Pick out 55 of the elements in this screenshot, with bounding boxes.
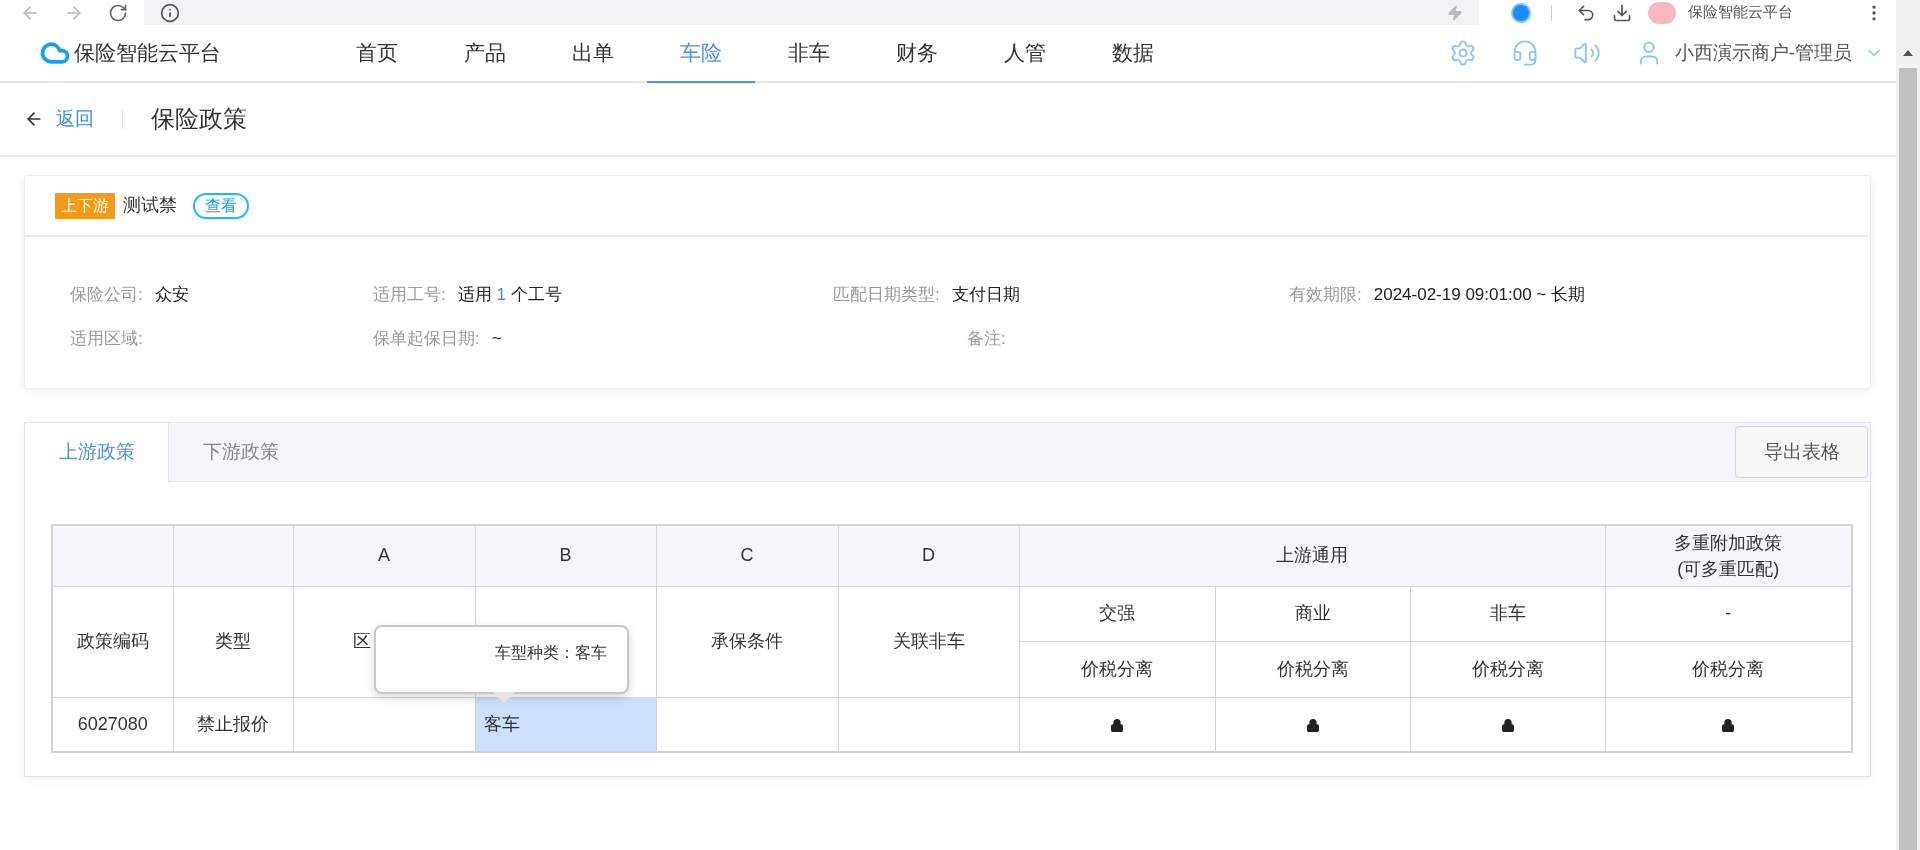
column-header: 商业 <box>1215 586 1410 641</box>
user-menu[interactable]: 小西演示商户-管理员 <box>1674 38 1884 68</box>
nav-item[interactable]: 首页 <box>323 25 431 83</box>
scrollbar-thumb[interactable] <box>1899 68 1917 850</box>
page-title: 保险政策 <box>151 104 247 134</box>
reload-icon[interactable] <box>108 2 128 23</box>
field-label: 有效期限: <box>1289 284 1362 307</box>
field-label: 适用工号: <box>373 284 446 307</box>
tooltip-text: 车型种类：客车 <box>495 643 607 663</box>
lock-icon <box>1721 717 1736 733</box>
field-value: 适用 1 个工号 <box>457 284 562 307</box>
field-label: 匹配日期类型: <box>833 284 940 307</box>
lightning-icon[interactable] <box>1447 4 1463 21</box>
column-header: 价税分离 <box>1215 641 1410 697</box>
nav-item[interactable]: 非车 <box>755 25 863 83</box>
info-icon[interactable] <box>160 2 180 23</box>
column-header: 交强 <box>1019 586 1215 641</box>
policy-name: 测试禁 <box>123 194 177 217</box>
lock-icon <box>1110 717 1124 733</box>
column-header: 价税分离 <box>1019 641 1215 697</box>
column-header: 非车 <box>1410 586 1605 641</box>
nav-item[interactable]: 财务 <box>863 25 971 83</box>
nav-item[interactable]: 产品 <box>431 25 539 83</box>
export-button[interactable]: 导出表格 <box>1735 426 1868 478</box>
nav-item[interactable]: 出单 <box>539 25 647 83</box>
tag: 上下游 <box>55 192 115 219</box>
lock-icon <box>1500 717 1515 733</box>
nav-item[interactable]: 人管 <box>971 25 1079 83</box>
column-header: 价税分离 <box>1410 641 1605 697</box>
field-label: 备注: <box>967 328 1006 351</box>
avatar-icon[interactable] <box>1648 1 1676 24</box>
column-header: 类型 <box>173 586 293 697</box>
field-label: 保单起保日期: <box>373 328 480 351</box>
field-value: 2024-02-19 09:01:00 ~ 长期 <box>1373 284 1585 307</box>
field-value: 支付日期 <box>951 284 1020 307</box>
table-cell: 客车 <box>475 697 656 752</box>
field-value: 众安 <box>154 284 189 307</box>
column-group-header: 上游通用 <box>1019 525 1605 586</box>
field-label: 保险公司: <box>70 284 143 307</box>
nav-item[interactable]: 数据 <box>1079 25 1187 83</box>
column-header: 政策编码 <box>52 586 173 697</box>
column-header: 承保条件 <box>656 586 838 697</box>
column-header: 关联非车 <box>838 586 1019 697</box>
field-value: ~ <box>491 328 502 351</box>
tooltip-arrow <box>493 692 515 703</box>
column-group-header: B <box>475 525 656 586</box>
profile-name[interactable]: 保险智能云平台 <box>1688 1 1793 24</box>
column-group-header: C <box>656 525 838 586</box>
column-group-header: D <box>838 525 1019 586</box>
undo-icon[interactable] <box>1576 2 1596 23</box>
lock-icon <box>1305 717 1320 733</box>
field-label: 适用区域: <box>70 328 143 351</box>
download-icon[interactable] <box>1612 2 1632 23</box>
column-group-header: A <box>293 525 475 586</box>
logo-text: 保险智能云平台 <box>74 40 221 67</box>
